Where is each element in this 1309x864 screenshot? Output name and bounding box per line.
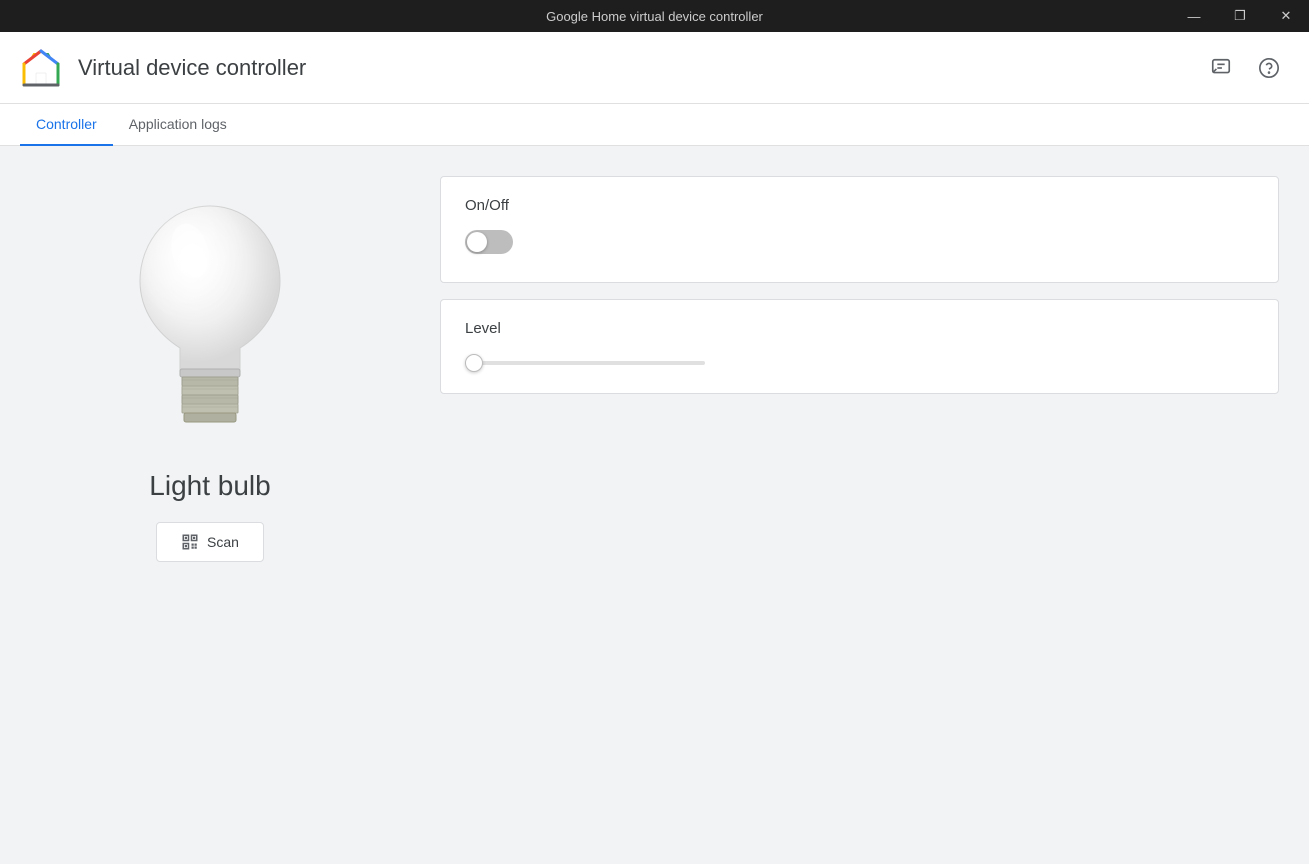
header-actions: [1201, 48, 1289, 88]
app-title: Virtual device controller: [78, 55, 306, 81]
device-image: [100, 186, 320, 446]
app-logo: [20, 47, 62, 89]
on-off-card: On/Off: [440, 176, 1279, 283]
help-icon: [1258, 57, 1280, 79]
window-controls: — ❐ ✕: [1171, 0, 1309, 32]
level-label: Level: [465, 320, 1254, 337]
maximize-button[interactable]: ❐: [1217, 0, 1263, 32]
tab-application-logs[interactable]: Application logs: [113, 104, 243, 146]
tab-controller[interactable]: Controller: [20, 104, 113, 146]
tabs-bar: Controller Application logs: [0, 104, 1309, 146]
minimize-button[interactable]: —: [1171, 0, 1217, 32]
window-title: Google Home virtual device controller: [546, 9, 763, 24]
slider-thumb[interactable]: [465, 354, 483, 372]
main-content: Light bulb Scan On/Off: [0, 146, 1309, 864]
on-off-label: On/Off: [465, 197, 1254, 214]
right-panel: On/Off Level: [420, 146, 1309, 864]
left-panel: Light bulb Scan: [0, 146, 420, 864]
device-name: Light bulb: [149, 470, 270, 502]
scan-button-label: Scan: [207, 534, 239, 550]
level-card: Level: [440, 299, 1279, 394]
qr-icon: [181, 533, 199, 551]
feedback-icon: [1210, 57, 1232, 79]
app-header: Virtual device controller: [0, 32, 1309, 104]
scan-button[interactable]: Scan: [156, 522, 264, 562]
close-button[interactable]: ✕: [1263, 0, 1309, 32]
toggle-thumb: [467, 232, 487, 252]
feedback-button[interactable]: [1201, 48, 1241, 88]
on-off-toggle[interactable]: [465, 230, 513, 254]
level-slider[interactable]: [465, 361, 705, 365]
help-button[interactable]: [1249, 48, 1289, 88]
title-bar: Google Home virtual device controller — …: [0, 0, 1309, 32]
